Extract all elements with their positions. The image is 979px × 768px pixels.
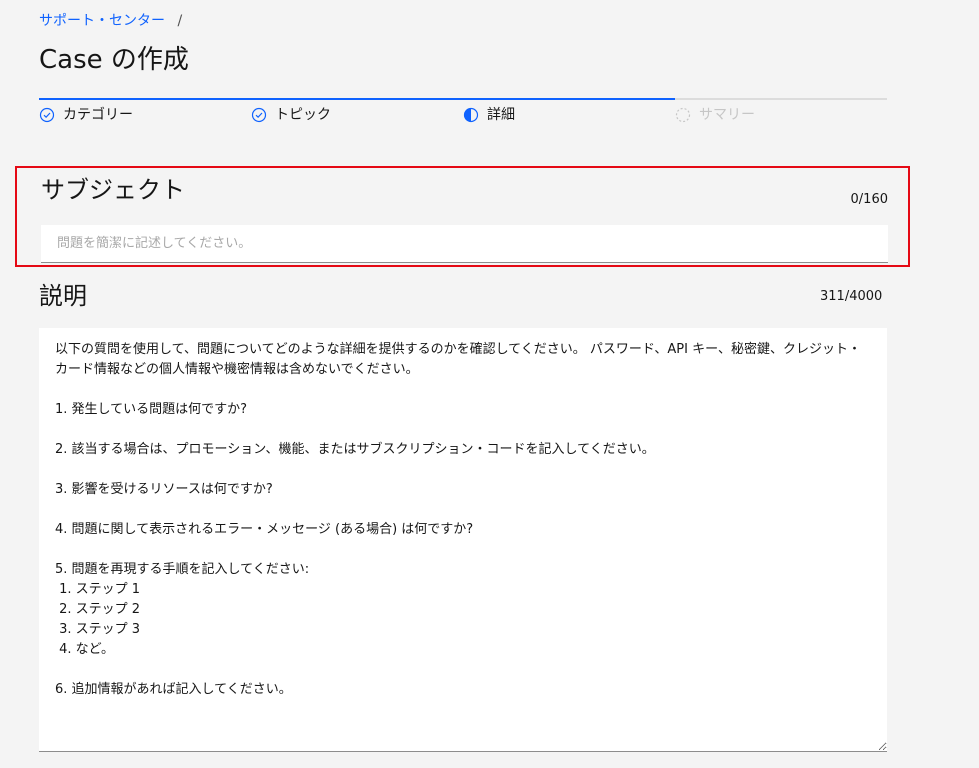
dashed-circle-icon: [675, 107, 691, 123]
breadcrumb-separator: /: [177, 13, 183, 29]
progress-step-summary: サマリー: [675, 106, 755, 124]
description-char-counter: 311/4000: [820, 289, 883, 304]
subject-input[interactable]: [41, 225, 888, 263]
progress-step-label: トピック: [275, 107, 331, 123]
progress-step-category[interactable]: カテゴリー: [39, 106, 133, 124]
progress-step-label: 詳細: [487, 107, 515, 123]
progress-step-label: サマリー: [699, 107, 755, 123]
progress-step-details[interactable]: 詳細: [463, 106, 515, 124]
progress-step-topic[interactable]: トピック: [251, 106, 331, 124]
progress-indicator: カテゴリー トピック 詳細 サマリー: [39, 98, 887, 128]
create-case-page: サポート・センター / Case の作成 カテゴリー トピック 詳細 サマリー …: [0, 0, 979, 768]
check-circle-icon: [251, 107, 267, 123]
breadcrumb: サポート・センター /: [39, 12, 182, 30]
page-title: Case の作成: [39, 45, 189, 75]
description-textarea[interactable]: 以下の質問を使用して、問題についてどのような詳細を提供するのかを確認してください…: [39, 328, 887, 752]
half-circle-current-icon: [463, 107, 479, 123]
breadcrumb-support-center-link[interactable]: サポート・センター: [39, 13, 165, 29]
check-circle-icon: [39, 107, 55, 123]
description-heading: 説明: [39, 282, 87, 310]
subject-heading: サブジェクト: [41, 176, 185, 204]
progress-fill: [39, 98, 675, 100]
subject-char-counter: 0/160: [850, 192, 888, 207]
subject-section-highlight: サブジェクト 0/160: [15, 166, 910, 267]
progress-step-label: カテゴリー: [63, 107, 133, 123]
